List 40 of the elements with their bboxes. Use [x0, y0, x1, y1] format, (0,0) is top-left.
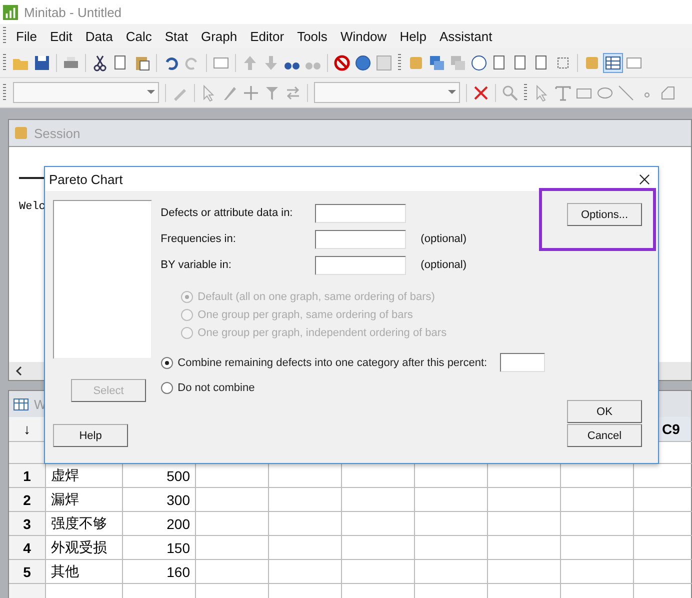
table-cell: 强度不够: [46, 512, 123, 536]
menu-item[interactable]: Tools: [291, 28, 334, 44]
session-title: Session: [34, 126, 80, 140]
menu-item[interactable]: Editor: [244, 28, 292, 44]
window-title: Minitab - Untitled: [24, 4, 122, 20]
field-label: Defects or attribute data in:: [160, 207, 294, 219]
menu-item[interactable]: Data: [79, 28, 120, 44]
field-label: Frequencies in:: [160, 233, 237, 245]
table-cell: 外观受损: [46, 536, 123, 560]
menu-item[interactable]: Assistant: [433, 28, 500, 44]
menu-item[interactable]: Graph: [194, 28, 244, 44]
help-button[interactable]: Help: [53, 424, 128, 447]
session-text: Welc: [19, 201, 46, 213]
menu-item[interactable]: File: [10, 28, 44, 44]
table-cell: 漏焊: [46, 488, 123, 512]
radio-label[interactable]: Combine remaining defects into one category after this percent:: [178, 356, 488, 368]
dialog-title: Pareto Chart: [49, 172, 123, 186]
column-header[interactable]: ↓: [9, 417, 46, 442]
menu-item[interactable]: Stat: [158, 28, 195, 44]
row-number: 3: [9, 512, 46, 536]
row-number: 5: [9, 560, 46, 584]
table-cell: 200: [123, 512, 196, 536]
optional-note: (optional): [420, 259, 467, 271]
table-cell: 150: [123, 536, 196, 560]
menu-item[interactable]: Window: [334, 28, 394, 44]
optional-note: (optional): [420, 233, 467, 245]
menu-item[interactable]: Calc: [120, 28, 159, 44]
options-button[interactable]: Options...: [567, 203, 642, 226]
cancel-button[interactable]: Cancel: [567, 424, 642, 447]
row-number: 4: [9, 536, 46, 560]
table-cell: 300: [123, 488, 196, 512]
row-number: 2: [9, 488, 46, 512]
table-cell: 其他: [46, 560, 123, 584]
field-label: BY variable in:: [160, 259, 232, 271]
row-number: 1: [9, 464, 46, 488]
menu-item[interactable]: Edit: [44, 28, 80, 44]
radio-label[interactable]: Do not combine: [178, 382, 255, 394]
menu-item[interactable]: Help: [394, 28, 434, 44]
ok-button[interactable]: OK: [567, 400, 642, 423]
table-cell: 160: [123, 560, 196, 584]
